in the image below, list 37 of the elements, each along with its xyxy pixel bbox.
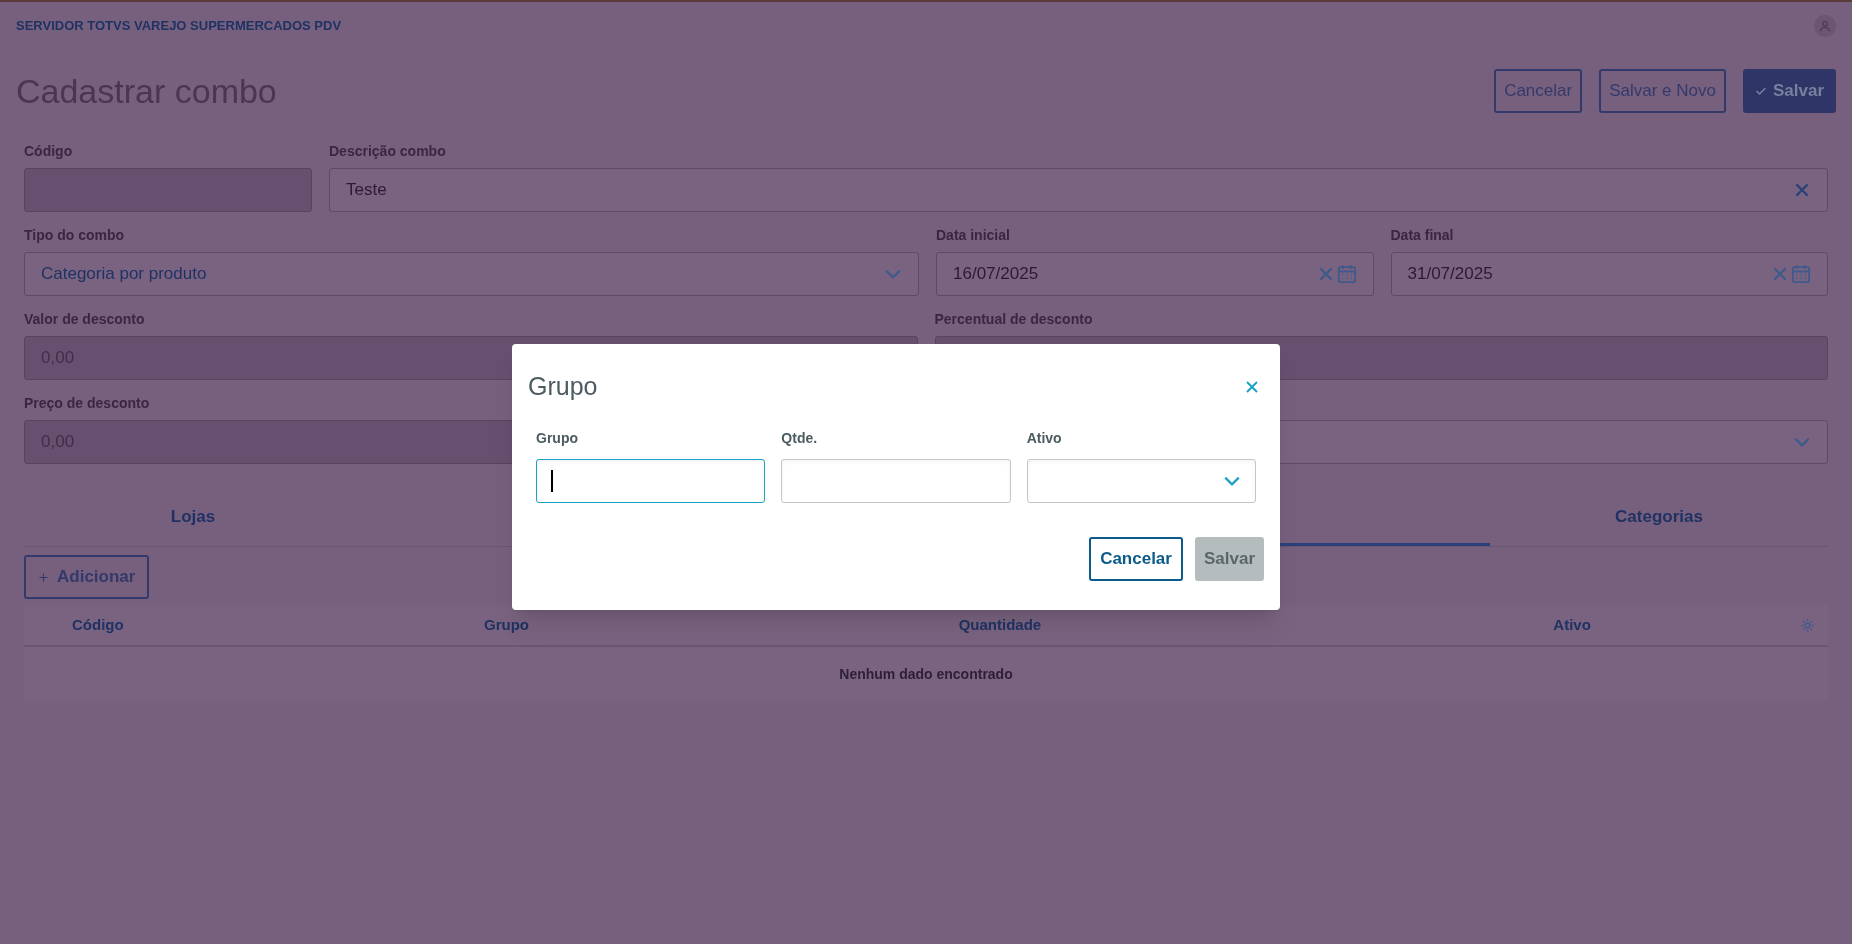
field-label: Percentual de desconto (934, 310, 1094, 328)
date-field[interactable]: 16/07/2025 (936, 252, 1374, 296)
field-label: Descrição combo (329, 142, 447, 160)
clear-icon[interactable] (1771, 265, 1789, 283)
tab[interactable]: Categorias (1490, 490, 1828, 546)
plus-icon (38, 571, 49, 583)
cancel-button[interactable]: Cancelar (1089, 536, 1183, 581)
tab[interactable]: Lojas (24, 490, 362, 546)
select-field[interactable]: Categoria por produto (24, 252, 919, 296)
input-field[interactable]: Teste (329, 168, 1828, 212)
app-name: SERVIDOR TOTVS VAREJO SUPERMERCADOS PDV (16, 17, 342, 36)
field-label: Código (24, 142, 74, 160)
field-label: Ativo (1026, 428, 1063, 448)
calendar-icon[interactable] (1336, 264, 1357, 284)
date-field[interactable]: 31/07/2025 (1390, 252, 1828, 296)
add-button[interactable]: Adicionar (24, 555, 150, 599)
action-button[interactable]: Salvar e Novo (1599, 69, 1726, 113)
calendar-icon[interactable] (1791, 264, 1811, 284)
input-field[interactable] (536, 458, 766, 503)
empty-message: Nenhum dado encontrado (839, 664, 1013, 684)
column-header[interactable]: Grupo (484, 615, 529, 633)
close-button[interactable] (1244, 378, 1260, 395)
field-label: Qtde. (781, 428, 819, 448)
user-avatar-icon[interactable] (1814, 15, 1836, 37)
clear-icon[interactable] (1793, 181, 1811, 199)
column-header[interactable]: Ativo (1553, 615, 1591, 633)
column-header[interactable]: Quantidade (958, 615, 1042, 633)
field-label: Data inicial (936, 226, 1011, 244)
column-header[interactable]: Código (72, 615, 124, 633)
field-label: Valor de desconto (24, 310, 146, 328)
field-label: Preço de desconto (24, 394, 151, 412)
action-button[interactable]: Cancelar (1494, 69, 1583, 113)
field-label: Tipo do combo (24, 226, 126, 244)
field-label: Grupo (536, 428, 579, 448)
save-button[interactable]: Salvar (1742, 69, 1836, 113)
check-icon (1754, 85, 1767, 97)
field-label: Data final (1390, 226, 1455, 244)
